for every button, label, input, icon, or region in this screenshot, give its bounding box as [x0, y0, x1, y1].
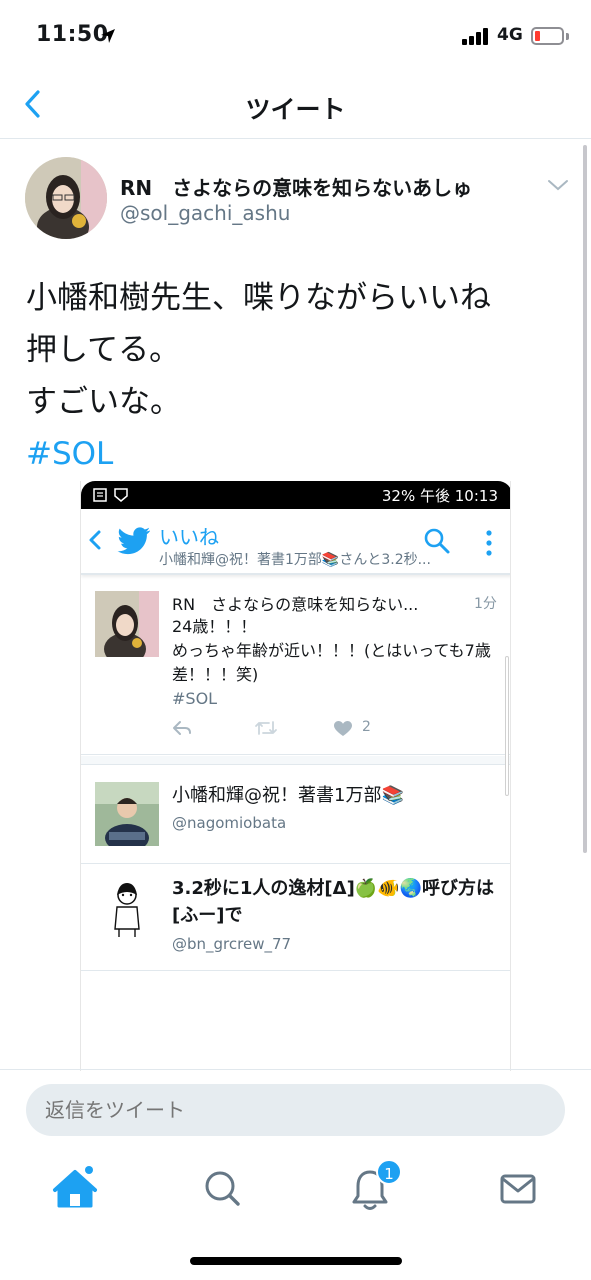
liker-name: 3.2秒に1人の逸材[Δ]🍏🐠🌏呼び方は[ふー]で [172, 878, 495, 926]
location-arrow-icon [101, 29, 115, 43]
home-icon[interactable] [45, 1158, 105, 1218]
embedded-title: いいね [159, 525, 219, 549]
retweet-icon [255, 721, 277, 735]
tweet-text-line: 押してる。 [26, 332, 181, 368]
embedded-tweet-actions: 2 [172, 719, 472, 741]
liker-avatar [95, 782, 159, 846]
network-type: 4G [497, 25, 523, 45]
embedded-back-icon [89, 530, 101, 550]
liker-avatar [95, 877, 159, 941]
author-handle[interactable]: @sol_gachi_ashu [120, 201, 290, 225]
reply-icon [173, 721, 191, 735]
embedded-tweet-avatar [95, 591, 159, 657]
notification-badge: 1 [376, 1159, 402, 1185]
liker-name: 小幡和輝@祝！著書1万部📚 [172, 785, 404, 806]
tweet-text: 小幡和樹先生、喋りながらいいね 押してる。 すごいな。 #SOL [26, 272, 491, 480]
hashtag-link[interactable]: #SOL [26, 428, 491, 480]
author-name[interactable]: RN さよならの意味を知らないあしゅ [120, 172, 472, 201]
embedded-header: いいね 小幡和輝@祝！著書1万部📚さんと3.2秒... [81, 509, 510, 575]
reply-input[interactable] [26, 1084, 565, 1136]
nav-bar: ツイート [0, 72, 591, 139]
home-indicator[interactable] [190, 1257, 402, 1265]
embedded-tweet-text: 24歳！！！ めっちゃ年齢が近い！！！(とはいっても7歳差！！！笑) #SOL [172, 615, 502, 711]
liker-list-item: 小幡和輝@祝！著書1万部📚 @nagomiobata [81, 766, 510, 864]
battery-icon [531, 27, 564, 45]
embedded-tweet-time: 1分 [474, 596, 497, 612]
status-bar: 11:50 4G [0, 0, 591, 72]
attached-screenshot[interactable]: 32% 午後 10:13 いいね 小幡和輝@祝！著書1万部📚さんと3.2秒... [80, 481, 511, 1071]
tab-bar [0, 1150, 591, 1230]
twitter-bird-icon [117, 527, 150, 555]
like-count: 2 [362, 719, 371, 735]
embedded-status-bar: 32% 午後 10:13 [81, 481, 510, 509]
embedded-search-icon [424, 528, 450, 554]
battery-tip [566, 33, 569, 40]
tweet-text-line: 小幡和樹先生、喋りながらいいね [26, 280, 491, 316]
cellular-signal-icon [462, 27, 492, 45]
embedded-scroll-handle [505, 656, 509, 796]
notification-icons [93, 488, 128, 502]
status-time: 11:50 [36, 22, 109, 47]
embedded-status-text: 32% 午後 10:13 [381, 487, 498, 505]
chevron-down-icon[interactable] [547, 178, 569, 192]
messages-envelope-icon[interactable] [487, 1158, 547, 1218]
search-icon[interactable] [192, 1158, 252, 1218]
reply-bar [0, 1069, 591, 1149]
embedded-tweet-author: RN さよならの意味を知らない... [172, 595, 419, 614]
embedded-tweet-line: めっちゃ年齢が近い！！！(とはいっても7歳差！！！笑) [172, 641, 491, 684]
embedded-more-icon [486, 530, 492, 556]
embedded-hashtag: #SOL [172, 689, 218, 708]
page-title: ツイート [245, 95, 346, 124]
liker-handle: @nagomiobata [172, 814, 287, 832]
embedded-tweet: RN さよならの意味を知らない... 1分 24歳！！！ めっちゃ年齢が近い！！… [81, 577, 510, 755]
section-divider [81, 756, 510, 765]
liker-list-item: 3.2秒に1人の逸材[Δ]🍏🐠🌏呼び方は[ふー]で @bn_grcrew_77 [81, 861, 510, 971]
embedded-tweet-line: 24歳！！！ [172, 617, 257, 636]
heart-icon [334, 721, 352, 736]
author-avatar[interactable] [25, 157, 107, 239]
scrollbar[interactable] [583, 145, 587, 853]
liker-handle: @bn_grcrew_77 [172, 935, 292, 953]
tweet-text-line: すごいな。 [26, 384, 181, 420]
